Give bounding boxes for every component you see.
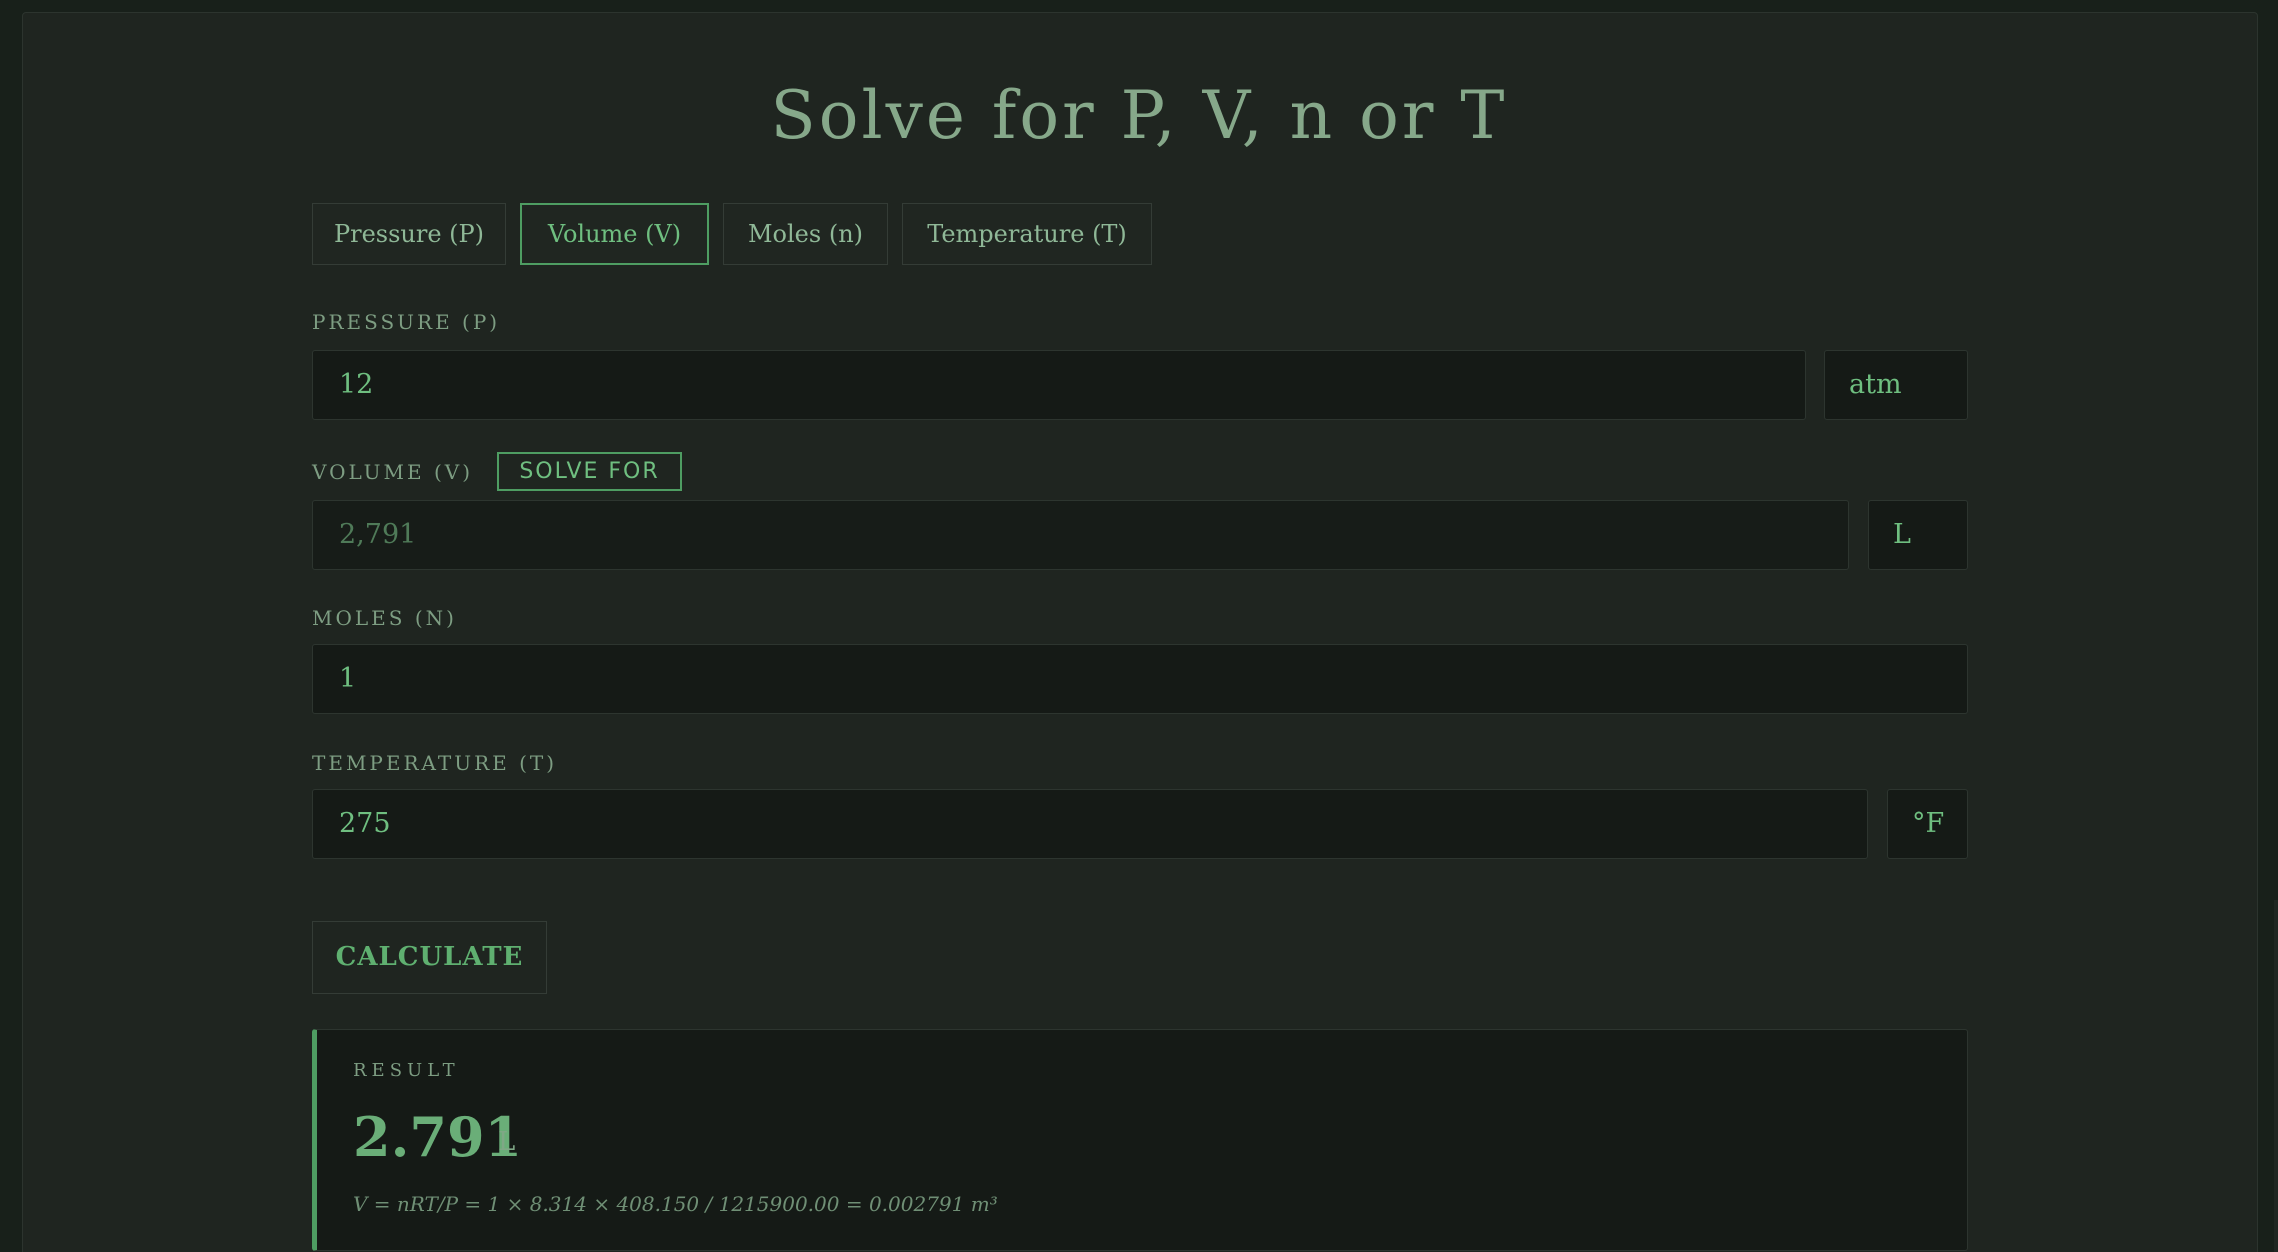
tab-pressure[interactable]: Pressure (P) [312, 203, 506, 265]
pressure-input[interactable]: 12 [312, 350, 1806, 420]
moles-label: MOLES (N) [312, 606, 457, 630]
pressure-label: PRESSURE (P) [312, 310, 501, 334]
temperature-input[interactable]: 275 [312, 789, 1868, 859]
result-formula: V = nRT/P = 1 × 8.314 × 408.150 / 121590… [353, 1192, 998, 1216]
volume-unit-select[interactable]: L [1868, 500, 1968, 570]
scrollbar-track[interactable] [2274, 900, 2278, 1252]
temperature-label: TEMPERATURE (T) [312, 751, 558, 775]
result-unit: L [498, 1127, 516, 1157]
result-label: RESULT [353, 1060, 460, 1081]
calculate-button[interactable]: CALCULATE [312, 921, 547, 994]
volume-input[interactable]: 2,791 [312, 500, 1849, 570]
solve-for-badge: SOLVE FOR [497, 452, 682, 491]
result-value: 2.791 [353, 1105, 523, 1169]
moles-input[interactable]: 1 [312, 644, 1968, 714]
temperature-unit-select[interactable]: °F [1887, 789, 1968, 859]
volume-label: VOLUME (V) [312, 460, 474, 484]
tab-temperature[interactable]: Temperature (T) [902, 203, 1152, 265]
pressure-unit-select[interactable]: atm [1824, 350, 1968, 420]
result-panel: RESULT 2.791 L V = nRT/P = 1 × 8.314 × 4… [312, 1029, 1968, 1251]
page-title: Solve for P, V, n or T [770, 77, 1508, 154]
tab-moles[interactable]: Moles (n) [723, 203, 888, 265]
tab-volume[interactable]: Volume (V) [520, 203, 709, 265]
